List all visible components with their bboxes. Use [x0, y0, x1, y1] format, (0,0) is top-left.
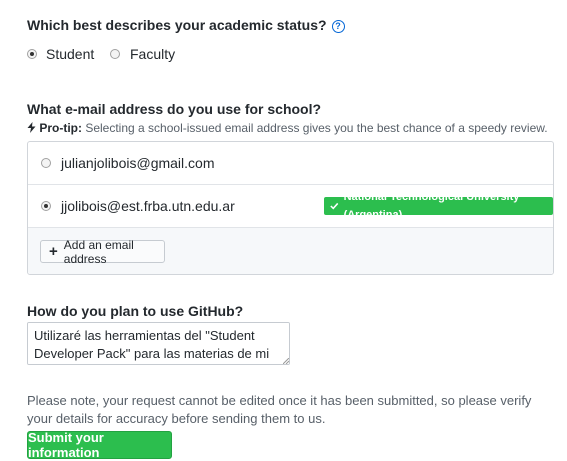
protip-label: Pro-tip: [39, 121, 82, 135]
faculty-radio-label: Faculty [130, 46, 176, 62]
resize-handle-icon[interactable] [283, 358, 289, 364]
student-radio-button[interactable] [27, 49, 37, 59]
email-question: What e-mail address do you use for schoo… [27, 101, 322, 117]
university-verified-badge: National Technological University (Argen… [324, 191, 553, 221]
faculty-radio-button[interactable] [110, 49, 120, 59]
email-list: julianjolibois@gmail.com jjolibois@est.f… [27, 141, 554, 275]
email-school-radio-button[interactable] [41, 200, 51, 211]
question-circle-icon[interactable]: ? [331, 20, 345, 33]
add-email-button[interactable]: + Add an email address [40, 237, 165, 266]
email-address: jjolibois@est.frba.utn.edu.ar [61, 197, 235, 214]
submission-note: Please note, your request cannot be edit… [27, 393, 532, 426]
submit-button[interactable]: Submit your information [27, 430, 172, 460]
email-gmail-radio-button[interactable] [41, 158, 51, 168]
usage-textarea[interactable]: Utilizaré las herramientas del "Student … [27, 322, 290, 365]
usage-question: How do you plan to use GitHub? [27, 303, 244, 319]
academic-status-question-text: Which best describes your academic statu… [27, 17, 327, 33]
protip: Pro-tip: Selecting a school-issued email… [27, 121, 548, 135]
academic-status-question: Which best describes your academic statu… [27, 17, 345, 33]
university-name: National Technological University (Argen… [343, 191, 520, 221]
plus-icon: + [49, 243, 58, 260]
lightning-bolt-icon [27, 122, 36, 133]
email-option-school[interactable]: jjolibois@est.frba.utn.edu.ar National T… [28, 184, 553, 228]
add-email-button-label: Add an email address [63, 237, 134, 266]
radio-student[interactable]: Student [27, 46, 94, 62]
email-address: julianjolibois@gmail.com [61, 155, 215, 171]
radio-faculty[interactable]: Faculty [110, 46, 175, 62]
protip-text: Selecting a school-issued email address … [82, 121, 548, 135]
email-option-gmail[interactable]: julianjolibois@gmail.com [28, 142, 553, 185]
check-icon [330, 202, 339, 210]
student-radio-label: Student [46, 46, 95, 62]
email-list-footer: + Add an email address [28, 228, 553, 274]
